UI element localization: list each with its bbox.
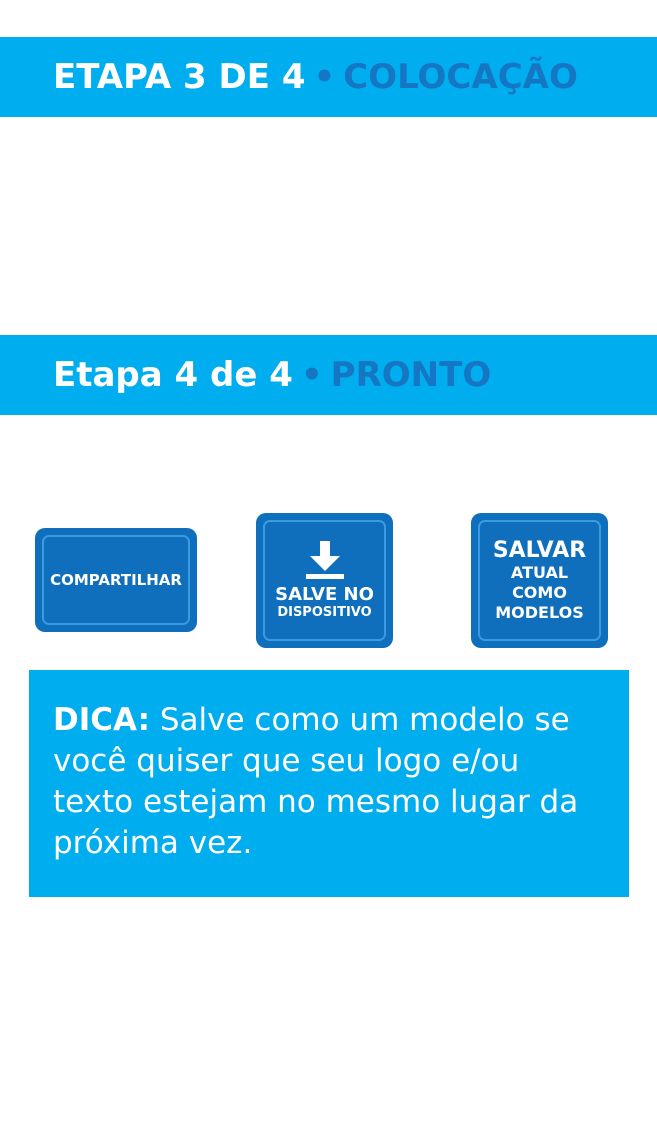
share-button[interactable]: COMPARTILHAR <box>35 528 197 632</box>
tip-label: DICA: <box>53 702 150 738</box>
save-to-device-button-border <box>263 520 386 641</box>
share-button-label: COMPARTILHAR <box>50 571 182 589</box>
save-as-template-label-line2: ATUAL <box>510 562 569 582</box>
save-as-template-button[interactable]: SALVAR ATUAL COMO MODELOS <box>471 513 608 648</box>
step-4-title: PRONTO <box>330 355 492 395</box>
download-arrow-icon <box>305 540 344 579</box>
step-4-counter: Etapa 4 de 4 <box>53 355 293 395</box>
save-to-device-button[interactable]: SALVE NO DISPOSITIVO <box>256 513 393 648</box>
save-to-device-label-line1: SALVE NO <box>275 583 374 605</box>
save-to-device-label-line2: DISPOSITIVO <box>277 604 372 620</box>
tip-box: DICA: Salve como um modelo se você quise… <box>29 670 629 897</box>
step-3-title: COLOCAÇÃO <box>343 57 578 97</box>
save-as-template-label-line4: MODELOS <box>495 602 584 622</box>
step-4-header: Etapa 4 de 4 • PRONTO <box>0 335 657 415</box>
save-as-template-label-line1: SALVAR <box>492 537 587 563</box>
step-4-separator: • <box>300 355 323 395</box>
step-3-header: ETAPA 3 DE 4 • COLOCAÇÃO <box>0 37 657 117</box>
step-3-counter: ETAPA 3 DE 4 <box>53 57 306 97</box>
save-as-template-label-line3: COMO <box>512 582 567 602</box>
step-3-separator: • <box>313 57 336 97</box>
